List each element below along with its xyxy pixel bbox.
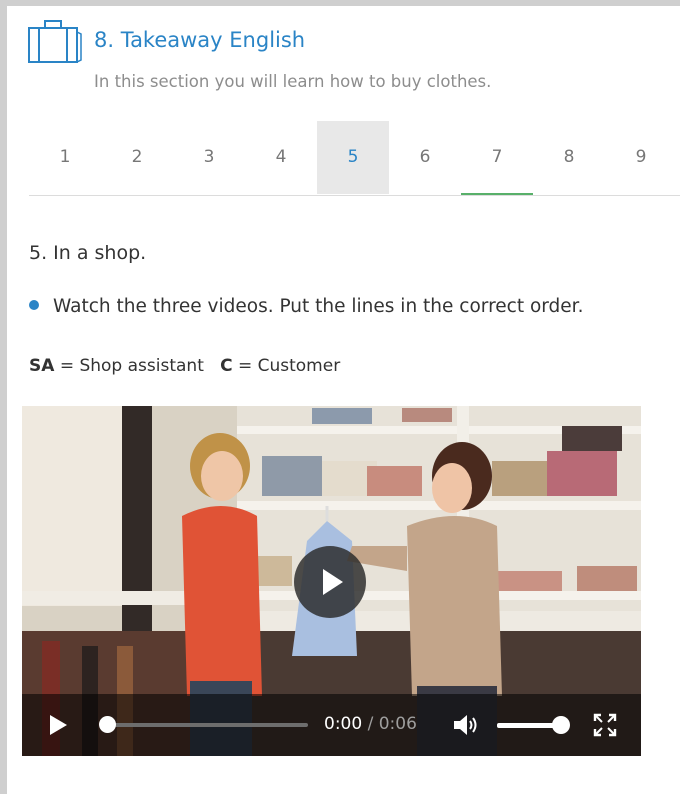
tab-5[interactable]: 5 (317, 121, 389, 194)
legend-meaning-c: = Customer (237, 356, 341, 376)
unit-title: 8. Takeaway English (94, 28, 306, 52)
tab-4[interactable]: 4 (245, 121, 317, 194)
legend-meaning-sa: = Shop assistant (59, 356, 204, 376)
time-separator: / (367, 714, 374, 734)
video-controls: 0:00 / 0:06 (22, 694, 641, 756)
tab-7[interactable]: 7 (461, 121, 533, 195)
instruction: Watch the three videos. Put the lines in… (29, 296, 583, 317)
fullscreen-icon[interactable] (593, 713, 617, 737)
volume-handle[interactable] (552, 716, 570, 734)
unit-subtitle: In this section you will learn how to bu… (94, 72, 492, 91)
role-legend: SA = Shop assistant C = Customer (29, 356, 340, 376)
suitcase-icon (28, 20, 82, 63)
video-time: 0:00 / 0:06 (324, 714, 417, 734)
tab-1[interactable]: 1 (29, 121, 101, 194)
play-icon[interactable] (48, 714, 68, 736)
bullet-icon (29, 300, 39, 310)
duration: 0:06 (378, 714, 417, 734)
tab-6[interactable]: 6 (389, 121, 461, 194)
tab-9[interactable]: 9 (605, 121, 677, 194)
video-progress-handle[interactable] (99, 716, 116, 733)
legend-abbr-sa: SA (29, 356, 55, 376)
video-player[interactable]: 0:00 / 0:06 (22, 406, 641, 756)
exercise-tabs: 1 2 3 4 5 6 7 8 9 (29, 121, 680, 196)
tab-8[interactable]: 8 (533, 121, 605, 194)
tab-3[interactable]: 3 (173, 121, 245, 194)
tab-2[interactable]: 2 (101, 121, 173, 194)
current-time: 0:00 (324, 714, 363, 734)
frame-border-left (0, 0, 7, 794)
legend-abbr-c: C (220, 356, 233, 376)
instruction-text: Watch the three videos. Put the lines in… (53, 296, 584, 317)
video-progress-bar[interactable] (104, 723, 308, 727)
volume-icon[interactable] (452, 712, 480, 738)
video-play-overlay-button[interactable] (294, 546, 366, 618)
frame-border-top (0, 0, 680, 6)
section-title: 5. In a shop. (29, 242, 147, 264)
